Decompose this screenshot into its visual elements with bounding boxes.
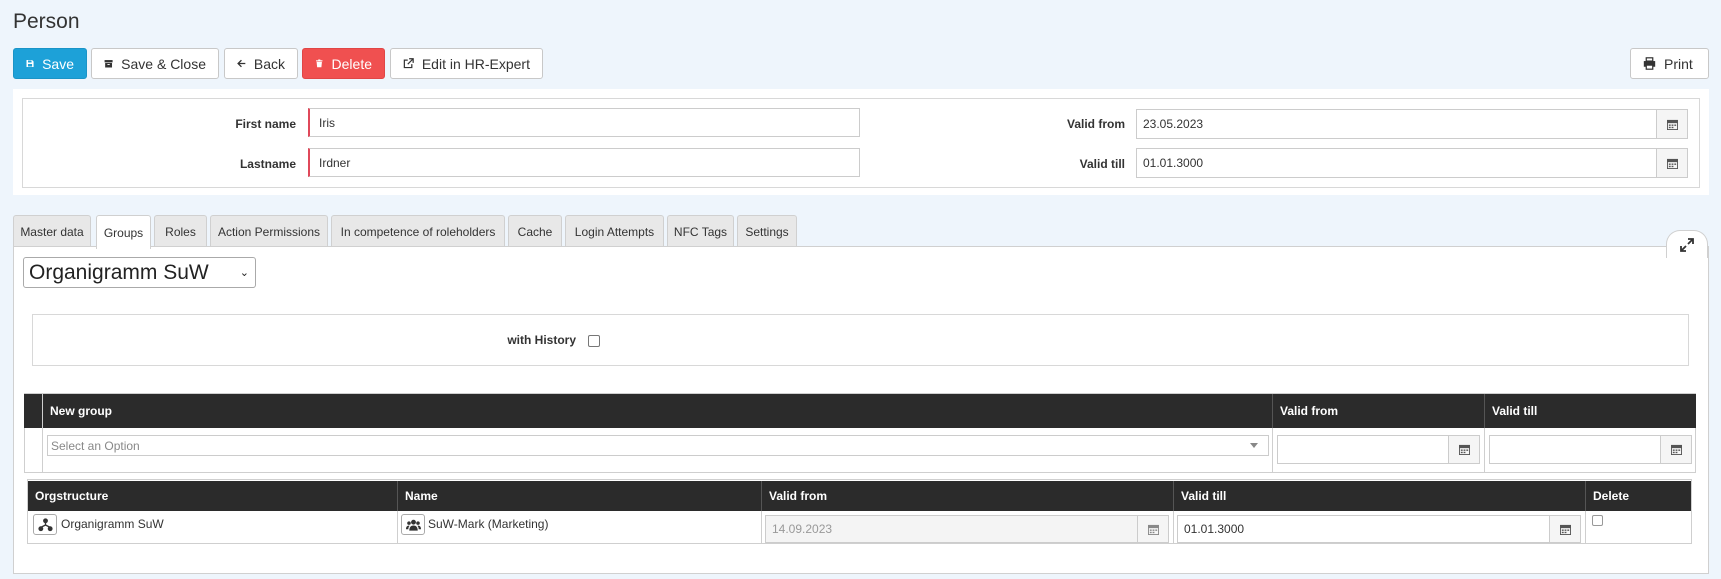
save-close-label: Save & Close — [121, 55, 206, 72]
new-group-valid-till-field[interactable] — [1489, 435, 1692, 464]
sitemap-icon — [37, 517, 53, 531]
row-valid-from-value: 14.09.2023 — [772, 522, 833, 536]
first-name-label: First name — [235, 117, 296, 131]
save-button[interactable]: Save — [13, 48, 87, 79]
row-valid-from-field: 14.09.2023 — [765, 515, 1169, 543]
expand-button[interactable] — [1666, 230, 1708, 258]
new-group-valid-from-header: Valid from — [1272, 394, 1484, 428]
tab-cache[interactable]: Cache — [508, 215, 562, 247]
valid-from-label: Valid from — [1066, 117, 1125, 131]
tab-roles[interactable]: Roles — [154, 215, 207, 247]
tab-action-permissions[interactable]: Action Permissions — [210, 215, 328, 247]
row-delete-checkbox[interactable] — [1592, 515, 1603, 526]
delete-button[interactable]: Delete — [302, 48, 385, 79]
expand-icon — [1680, 237, 1694, 252]
row-valid-till-value: 01.01.3000 — [1184, 522, 1245, 536]
column-divider — [1272, 428, 1273, 473]
caret-down-icon — [1250, 443, 1258, 448]
chevron-down-icon: ⌄ — [239, 267, 249, 279]
new-group-header: New group — [50, 404, 112, 418]
first-name-value: Iris — [319, 115, 335, 130]
calendar-icon — [1147, 524, 1159, 535]
group-button[interactable] — [401, 514, 425, 535]
name-header: Name — [397, 481, 762, 511]
new-group-valid-till-header: Valid till — [1484, 394, 1696, 428]
valid-from-calendar-button[interactable] — [1656, 109, 1688, 139]
print-label: Print — [1664, 55, 1693, 72]
new-group-valid-from-field[interactable] — [1277, 435, 1480, 464]
printer-icon — [1643, 57, 1656, 70]
lastname-field[interactable]: Irdner — [308, 148, 860, 177]
users-icon — [405, 519, 421, 531]
page-title: Person — [13, 10, 80, 33]
new-group-select-placeholder: Select an Option — [51, 438, 140, 453]
external-link-icon — [403, 58, 414, 69]
row-valid-till-field[interactable]: 01.01.3000 — [1177, 515, 1581, 543]
lastname-label: Lastname — [239, 157, 296, 171]
orgstructure-header: Orgstructure — [35, 489, 109, 503]
save-close-button[interactable]: Save & Close — [91, 48, 219, 79]
lastname-value: Irdner — [319, 155, 351, 170]
row-valid-till-calendar-button[interactable] — [1549, 515, 1581, 543]
back-label: Back — [253, 55, 285, 72]
valid-from-field[interactable]: 23.05.2023 — [1136, 109, 1688, 139]
valid-from-value: 23.05.2023 — [1143, 117, 1204, 131]
valid-till-label: Valid till — [1079, 157, 1125, 171]
edit-in-hr-expert-button[interactable]: Edit in HR-Expert — [390, 48, 543, 79]
row-group-name: SuW-Mark (Marketing) — [428, 517, 549, 531]
tab-groups[interactable]: Groups — [96, 215, 151, 249]
calendar-icon — [1666, 119, 1678, 130]
history-filter-box — [32, 314, 1689, 366]
save-label: Save — [42, 55, 74, 72]
delete-label: Delete — [331, 55, 372, 72]
back-button[interactable]: Back — [224, 48, 298, 79]
new-group-valid-from-calendar-button[interactable] — [1448, 435, 1480, 464]
valid-till-value: 01.01.3000 — [1143, 156, 1204, 170]
orgstructure-button[interactable] — [33, 514, 57, 535]
row-orgstructure: Organigramm SuW — [61, 517, 164, 531]
orgstructure-select-value: Organigramm SuW — [29, 260, 209, 284]
calendar-icon — [1670, 444, 1682, 455]
orgstructure-select[interactable]: Organigramm SuW ⌄ — [23, 257, 256, 288]
valid-till-field[interactable]: 01.01.3000 — [1136, 148, 1688, 178]
tab-nfc-tags[interactable]: NFC Tags — [667, 215, 734, 247]
tab-master-data[interactable]: Master data — [13, 215, 91, 247]
valid-till-header: Valid till — [1173, 481, 1586, 511]
tab-settings[interactable]: Settings — [737, 215, 797, 247]
column-divider — [1585, 511, 1586, 543]
with-history-checkbox[interactable] — [588, 335, 600, 347]
calendar-icon — [1559, 524, 1571, 535]
arrow-left-icon — [237, 59, 246, 68]
column-divider — [1484, 428, 1485, 473]
trash-icon — [316, 59, 323, 68]
archive-icon — [104, 60, 113, 68]
with-history-label: with History — [507, 333, 576, 347]
column-divider — [397, 511, 398, 543]
edit-in-hr-expert-label: Edit in HR-Expert — [421, 55, 530, 72]
new-group-valid-till-calendar-button[interactable] — [1660, 435, 1692, 464]
new-group-select[interactable]: Select an Option — [47, 435, 1269, 456]
column-divider — [1173, 511, 1174, 543]
valid-from-header: Valid from — [761, 481, 1174, 511]
tab-in-competence-of-roleholders[interactable]: In competence of roleholders — [331, 215, 505, 247]
calendar-icon — [1458, 444, 1470, 455]
first-name-field[interactable]: Iris — [308, 108, 860, 137]
print-button[interactable]: Print — [1630, 48, 1709, 79]
row-valid-from-calendar-button — [1137, 515, 1169, 543]
floppy-disk-icon — [26, 59, 34, 68]
valid-till-calendar-button[interactable] — [1656, 148, 1688, 178]
delete-header: Delete — [1585, 481, 1691, 511]
column-divider — [761, 511, 762, 543]
tab-login-attempts[interactable]: Login Attempts — [565, 215, 664, 247]
calendar-icon — [1666, 158, 1678, 169]
